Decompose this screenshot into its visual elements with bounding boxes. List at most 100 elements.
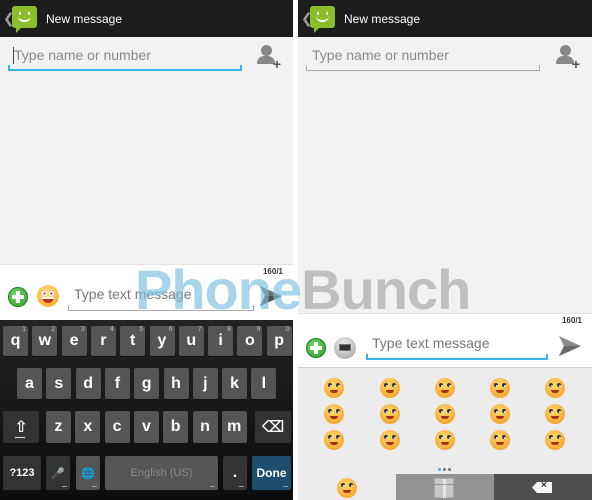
key-label: y	[157, 332, 167, 349]
key-hint: 7	[197, 326, 202, 333]
emoji-skeptical[interactable]	[490, 430, 510, 450]
message-input[interactable]	[68, 281, 254, 307]
key-u[interactable]: u7	[178, 326, 204, 356]
tab-gifts[interactable]	[396, 474, 494, 500]
emoji-mouth	[441, 416, 449, 419]
key-z[interactable]: z	[46, 411, 71, 443]
key-label: j	[203, 374, 208, 392]
long-press-indicator	[92, 486, 97, 487]
key-hint: 9	[256, 326, 261, 333]
key-label: q	[10, 332, 21, 349]
symbols-key[interactable]: ?123	[3, 456, 41, 490]
backspace-key[interactable]: ⌫	[255, 411, 291, 443]
key-r[interactable]: r4	[90, 326, 116, 356]
language-key[interactable]: 🌐	[76, 456, 100, 490]
character-counter: 160/1	[561, 316, 582, 325]
emoji-kiss[interactable]	[324, 404, 344, 424]
message-field[interactable]	[366, 330, 548, 360]
back-chevron-icon[interactable]: ❮	[301, 10, 313, 27]
messaging-app-icon[interactable]	[310, 5, 335, 33]
add-contact-button[interactable]: +	[556, 44, 580, 71]
space-key[interactable]: English (US)	[105, 456, 218, 490]
key-t[interactable]: t5	[120, 326, 146, 356]
key-b[interactable]: b	[163, 411, 189, 443]
key-q[interactable]: q1	[3, 326, 28, 356]
emoji-surprised[interactable]	[545, 404, 565, 424]
emoji-delete-button[interactable]: ×	[494, 474, 592, 500]
add-contact-button[interactable]: +	[257, 44, 281, 71]
key-f[interactable]: f	[104, 368, 130, 399]
key-h[interactable]: h	[163, 368, 189, 399]
page-indicator	[438, 468, 451, 471]
key-o[interactable]: o9	[237, 326, 263, 356]
message-field[interactable]	[68, 281, 254, 311]
tab-recent-emoji[interactable]	[298, 474, 396, 500]
emoji-tongue-out[interactable]	[380, 404, 400, 424]
action-bar: ❮ New message	[298, 0, 592, 37]
key-label: l	[261, 374, 267, 392]
key-c[interactable]: c	[104, 411, 130, 443]
emoji-big-grin[interactable]	[545, 430, 565, 450]
mic-key[interactable]: 🎤	[46, 456, 70, 490]
emoji-mouth	[441, 442, 449, 445]
key-j[interactable]: j	[192, 368, 218, 399]
back-chevron-icon[interactable]: ❮	[3, 10, 15, 27]
key-i[interactable]: i8	[208, 326, 234, 356]
period-key[interactable]: .	[223, 456, 247, 490]
emoji-bored[interactable]	[324, 430, 344, 450]
key-d[interactable]: d	[75, 368, 101, 399]
emoji-mouth	[330, 390, 338, 393]
emoji-worried-sweat[interactable]	[435, 430, 455, 450]
emoji-toggle-button[interactable]	[37, 285, 59, 307]
emoji-eyes	[384, 435, 396, 439]
recipient-field[interactable]	[8, 42, 242, 71]
key-s[interactable]: s	[46, 368, 72, 399]
key-k[interactable]: k	[222, 368, 248, 399]
field-underline	[366, 354, 548, 360]
long-press-indicator	[283, 486, 288, 487]
soft-keyboard: q 1 w 2 e 3 r 4 t 5 y 6 u 7 i 8 o 9 p 0 a s d f g h j k l ⇧ z x c v b n m ⌫ ?1…	[0, 320, 293, 500]
messaging-app-icon[interactable]	[12, 5, 37, 33]
done-key[interactable]: Done	[252, 456, 291, 490]
emoji-sad[interactable]	[435, 378, 455, 398]
attach-button[interactable]	[306, 338, 326, 358]
emoji-eyes	[549, 409, 561, 413]
emoji-wink-grin[interactable]	[380, 378, 400, 398]
key-x[interactable]: x	[75, 411, 101, 443]
emoji-eyes	[328, 435, 340, 439]
emoji-mouth	[386, 416, 394, 419]
key-label: u	[186, 332, 197, 349]
text-caret	[13, 47, 14, 64]
key-p[interactable]: p0	[266, 326, 292, 356]
key-m[interactable]: m	[221, 411, 247, 443]
key-e[interactable]: e3	[61, 326, 87, 356]
key-l[interactable]: l	[251, 368, 277, 399]
key-label: x	[83, 418, 93, 435]
recipient-field[interactable]	[306, 42, 540, 71]
key-y[interactable]: y6	[149, 326, 175, 356]
emoji-eyes	[439, 435, 451, 439]
emoji-cool-sunglasses[interactable]	[545, 378, 565, 398]
shift-key[interactable]: ⇧	[3, 411, 39, 443]
key-n[interactable]: n	[192, 411, 218, 443]
keyboard-toggle-button[interactable]	[334, 337, 356, 359]
key-g[interactable]: g	[134, 368, 160, 399]
emoji-crying[interactable]	[490, 378, 510, 398]
send-button[interactable]	[558, 335, 582, 357]
emoji-money-eyes[interactable]	[380, 430, 400, 450]
key-v[interactable]: v	[133, 411, 159, 443]
emoji-angel[interactable]	[490, 404, 510, 424]
emoji-laughing[interactable]	[435, 404, 455, 424]
message-input[interactable]	[366, 330, 548, 356]
emoji-mouth	[551, 442, 559, 445]
key-hint: 0	[285, 326, 290, 333]
key-a[interactable]: a	[17, 368, 42, 399]
emoji-happy[interactable]	[324, 378, 344, 398]
attach-button[interactable]	[8, 287, 28, 307]
person-icon	[560, 45, 571, 56]
compose-bar: 160/1	[0, 264, 293, 320]
key-hint: 5	[139, 326, 144, 333]
key-w[interactable]: w2	[32, 326, 58, 356]
key-label: a	[25, 374, 34, 392]
send-button[interactable]	[259, 285, 283, 307]
